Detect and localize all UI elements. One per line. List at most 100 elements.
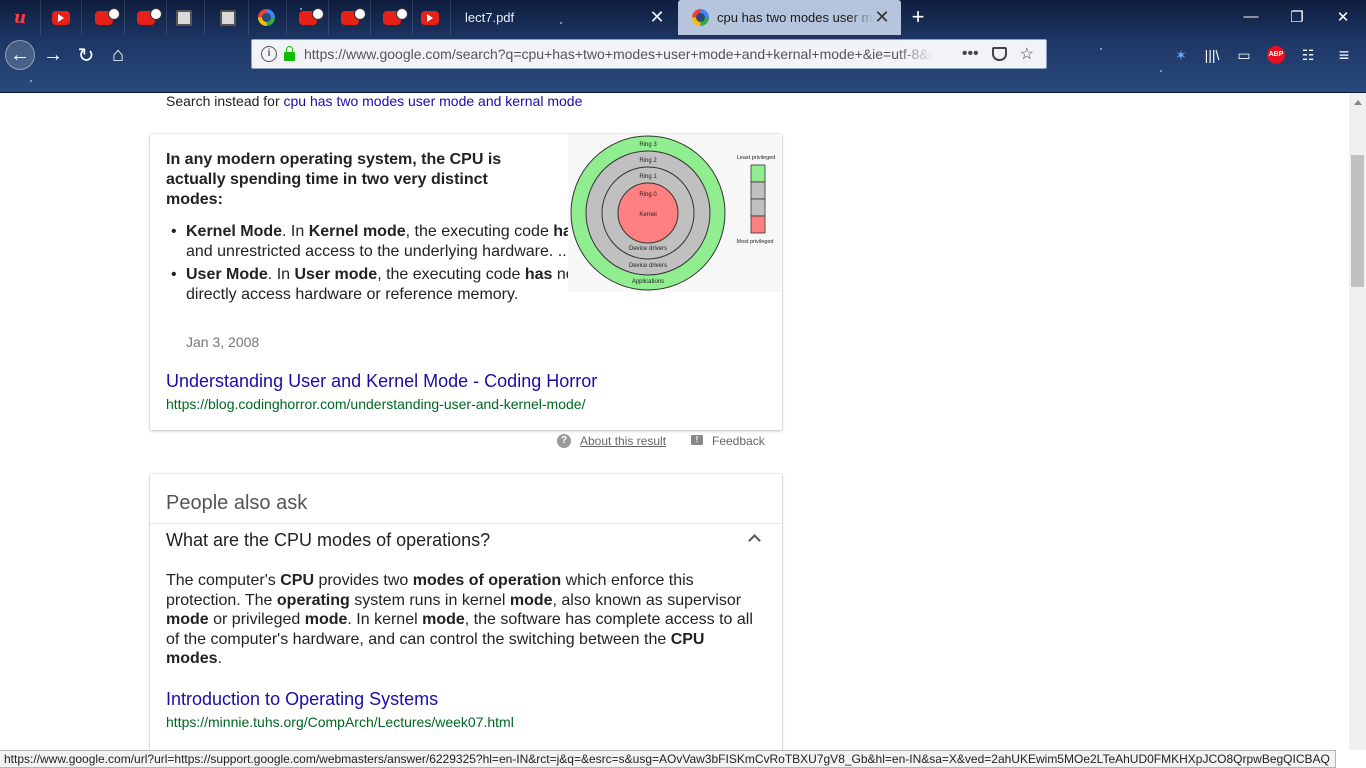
pinned-tab-youtube[interactable]: [41, 0, 82, 35]
youtube-playing-icon: [95, 7, 120, 25]
privilege-bar-gray: [750, 181, 766, 200]
paa-result-link[interactable]: Introduction to Operating Systems: [166, 689, 438, 710]
home-button[interactable]: ⌂: [103, 40, 133, 70]
bookmark-star-icon[interactable]: ☆: [1020, 44, 1034, 64]
close-tab-icon[interactable]: ✕: [648, 7, 666, 28]
heading-bold: modes: [166, 191, 218, 208]
close-window-button[interactable]: ✕: [1320, 0, 1366, 33]
minimize-button[interactable]: —: [1228, 0, 1274, 33]
background-star: [30, 80, 32, 82]
paa-title: People also ask: [166, 492, 308, 514]
pinned-tab-chip-playing[interactable]: [208, 0, 249, 35]
address-bar[interactable]: i https://www.google.com/search?q=cpu+ha…: [251, 39, 1047, 69]
paa-question[interactable]: What are the CPU modes of operations?: [166, 530, 490, 551]
feedback-link[interactable]: Feedback: [712, 434, 765, 448]
item-text: . In: [282, 223, 309, 240]
pinned-tab-udemy[interactable]: u: [0, 0, 41, 35]
reload-button[interactable]: ↻: [71, 40, 101, 70]
answer-bold: operating: [276, 591, 350, 609]
item-bold: Kernel mode: [308, 223, 406, 240]
back-button[interactable]: ←: [5, 40, 35, 70]
restore-button[interactable]: ❐: [1274, 0, 1320, 33]
site-info-icon[interactable]: i: [261, 46, 277, 62]
sidebar-icon[interactable]: ▭: [1233, 44, 1255, 66]
ring-3-label: Ring 3: [639, 142, 657, 148]
url-text[interactable]: https://www.google.com/search?q=cpu+has+…: [304, 46, 934, 62]
about-this-result-link[interactable]: About this result: [580, 434, 666, 448]
item-bold: User mode: [294, 266, 378, 283]
pinned-tab-youtube-playing[interactable]: [330, 0, 371, 35]
pinned-tab-youtube-playing[interactable]: [84, 0, 125, 35]
google-icon: [257, 9, 275, 26]
chip-icon: [176, 9, 192, 26]
snippet-result-link[interactable]: Understanding User and Kernel Mode - Cod…: [166, 371, 597, 392]
play-badge-icon: [354, 7, 366, 20]
heading-text: very distinct: [389, 171, 488, 188]
heading-text: In any modern operating system, the: [166, 151, 450, 168]
play-badge-icon: [108, 7, 120, 20]
close-tab-icon[interactable]: ✕: [873, 7, 891, 28]
item-text: , the executing code: [405, 223, 554, 240]
vertical-scrollbar[interactable]: [1349, 93, 1366, 750]
help-circle-icon: ?: [557, 434, 571, 448]
youtube-playing-icon: [341, 7, 366, 25]
heading-bold: CPU: [449, 151, 484, 168]
item-text: , the executing code: [377, 266, 525, 283]
tab-lect7[interactable]: lect7.pdf ✕: [451, 0, 676, 35]
menu-icon[interactable]: ≡: [1333, 44, 1355, 66]
protection-rings-diagram[interactable]: Ring 3 Ring 2 Ring 1 Ring 0 Kernel Devic…: [568, 134, 782, 292]
lock-icon[interactable]: [284, 45, 295, 61]
search-instead-link[interactable]: cpu has two modes user mode and kernal m…: [284, 93, 583, 109]
answer-bold: CPU: [280, 572, 314, 589]
search-instead-prefix: Search instead for: [166, 93, 280, 109]
play-badge-icon: [312, 7, 324, 20]
youtube-icon: [421, 10, 439, 25]
chevron-up-icon[interactable]: [746, 530, 764, 548]
answer-text: . In kernel: [347, 611, 423, 628]
search-instead-line: Search instead for cpu has two modes use…: [166, 93, 582, 109]
addon-blue-star-icon[interactable]: ✶: [1170, 44, 1192, 66]
pocket-icon[interactable]: [991, 47, 1007, 61]
device-drivers-label: Device drivers: [629, 246, 667, 252]
scrollbar-thumb[interactable]: [1351, 155, 1364, 287]
tab-strip: u lect7.pdf ✕ cpu has two modes user m ✕…: [0, 0, 1366, 35]
navigation-toolbar: ← → ↻ ⌂ i https://www.google.com/search?…: [0, 35, 1366, 75]
answer-bold: mode: [422, 611, 465, 628]
url-actions: ••• ☆: [962, 44, 1034, 64]
youtube-playing-icon: [299, 7, 324, 25]
featured-snippet-card: In any modern operating system, the CPU …: [150, 134, 782, 430]
heading-bold: two: [361, 171, 390, 188]
pinned-tab-youtube-playing[interactable]: [126, 0, 167, 35]
heading-text: :: [217, 191, 223, 208]
snippet-heading: In any modern operating system, the CPU …: [166, 150, 526, 210]
answer-bold: mode: [304, 611, 348, 628]
pinned-tab-youtube-playing[interactable]: [288, 0, 329, 35]
item-bold: has: [524, 266, 553, 283]
adblock-plus-button[interactable]: ABP: [1265, 44, 1287, 66]
play-badge-icon: [396, 7, 408, 20]
pinned-tab-youtube[interactable]: [410, 0, 451, 35]
privilege-bar-gray: [750, 198, 766, 217]
pinned-tab-google[interactable]: [246, 0, 287, 35]
applications-label: Applications: [632, 279, 664, 285]
chip-icon: [220, 9, 236, 26]
pinned-tab-chip[interactable]: [164, 0, 205, 35]
youtube-icon: [52, 10, 70, 25]
library-icon[interactable]: |||\: [1201, 44, 1223, 66]
item-bold: User Mode: [186, 266, 268, 283]
pinned-tab-youtube-playing[interactable]: [372, 0, 413, 35]
forward-button[interactable]: →: [38, 40, 68, 70]
device-drivers-label: Device drivers: [629, 263, 667, 269]
scroll-up-arrow-icon[interactable]: [1349, 93, 1366, 110]
new-tab-button[interactable]: +: [906, 4, 930, 30]
home-icon: ⌂: [111, 43, 125, 66]
more-actions-icon[interactable]: •••: [962, 45, 979, 63]
tab-title: lect7.pdf: [465, 10, 515, 25]
result-footer: ? About this result ! Feedback: [557, 433, 777, 449]
answer-text: provides two: [314, 572, 413, 589]
addon-list-icon[interactable]: ☷: [1297, 44, 1319, 66]
play-badge-icon: [150, 7, 162, 20]
tab-active-search[interactable]: cpu has two modes user mode and kernal m…: [678, 0, 901, 35]
paa-divider: [150, 523, 782, 524]
answer-text: , also known as supervisor: [552, 591, 742, 609]
